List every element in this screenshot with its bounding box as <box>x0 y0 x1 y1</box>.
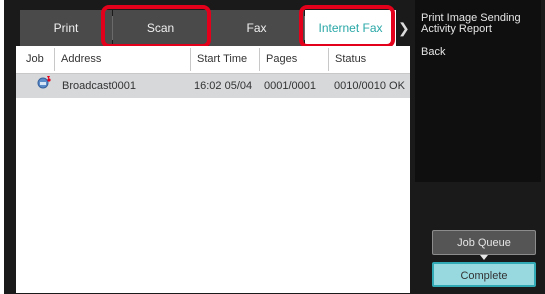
chevron-right-icon: ❯ <box>398 20 410 36</box>
job-queue-button[interactable]: Job Queue <box>432 230 536 255</box>
scan-tab-highlight <box>101 5 211 48</box>
broadcast-job-icon <box>36 74 54 98</box>
row-start-time: 16:02 05/04 <box>194 80 253 92</box>
column-header-status: Status <box>335 53 367 65</box>
column-header-pages: Pages <box>266 53 298 65</box>
column-header-address: Address <box>61 53 102 65</box>
tab-print[interactable]: Print <box>20 10 112 46</box>
action-panel: Print Image Sending Activity Report Back <box>415 0 541 182</box>
internet-fax-tab-highlight <box>299 5 395 48</box>
triangle-down-icon <box>480 255 488 260</box>
back-link[interactable]: Back <box>421 47 445 58</box>
print-activity-report-link[interactable]: Print Image Sending Activity Report <box>421 13 531 35</box>
row-status: 0010/0010 OK <box>334 80 405 92</box>
tab-fax[interactable]: Fax <box>209 10 304 46</box>
row-pages: 0001/0001 <box>264 80 316 92</box>
column-header-job: Job <box>26 53 44 65</box>
table-header: Job Address Start Time Pages Status <box>16 46 410 74</box>
row-address: Broadcast0001 <box>62 80 136 92</box>
complete-button[interactable]: Complete <box>432 262 536 287</box>
job-list-panel: Job Address Start Time Pages Status Broa… <box>16 46 410 293</box>
column-header-start-time: Start Time <box>197 53 248 65</box>
table-row[interactable]: Broadcast0001 16:02 05/04 0001/0001 0010… <box>16 74 410 98</box>
